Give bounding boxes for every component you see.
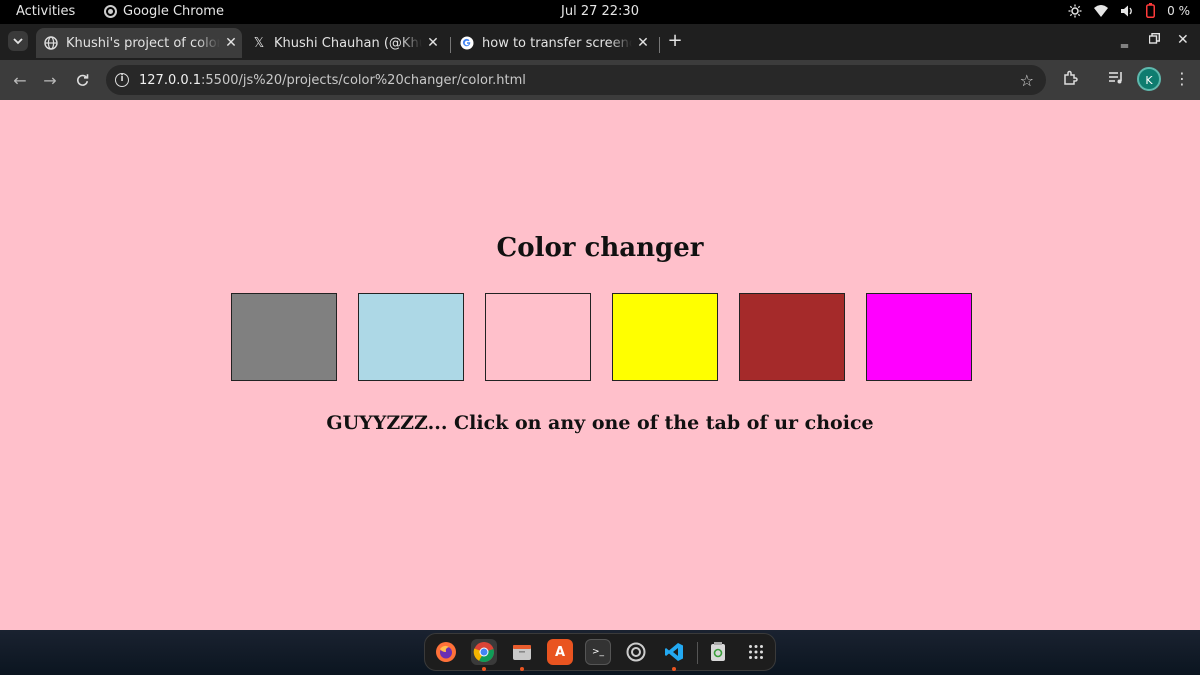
tab-search-button[interactable] <box>8 31 28 51</box>
page-viewport: Color changer GUYYZZZ... Click on any on… <box>0 100 1200 630</box>
browser-toolbar: ← → i 127.0.0.1:5500/js%20/projects/colo… <box>0 60 1200 100</box>
color-swatch-pink[interactable] <box>485 293 591 381</box>
bookmark-star-icon[interactable]: ☆ <box>1020 71 1034 90</box>
color-swatch-lightblue[interactable] <box>358 293 464 381</box>
terminal-icon[interactable]: >_ <box>585 639 611 665</box>
globe-icon <box>44 36 58 50</box>
forward-arrow-icon[interactable]: → <box>40 70 60 90</box>
chrome-icon[interactable] <box>471 639 497 671</box>
x-logo-icon: 𝕏 <box>253 35 265 51</box>
volume-icon <box>1121 5 1133 16</box>
tab-title: how to transfer screencast <box>482 35 632 51</box>
url-path: :5500/js%20/projects/color%20changer/col… <box>201 72 526 88</box>
new-tab-button[interactable]: + <box>665 32 685 52</box>
system-tray[interactable]: 0 % <box>1068 3 1190 18</box>
tab-title: Khushi Chauhan (@Khushi <box>274 35 422 51</box>
color-swatch-grey[interactable] <box>231 293 337 381</box>
media-controls-icon[interactable] <box>1108 70 1124 88</box>
reload-icon[interactable] <box>72 70 92 90</box>
restore-icon[interactable] <box>1148 32 1160 48</box>
firefox-icon[interactable] <box>433 639 459 665</box>
vscode-icon[interactable] <box>661 639 687 671</box>
tab-strip: Khushi's project of color ✕ 𝕏 Khushi Cha… <box>0 24 1200 60</box>
info-icon[interactable]: i <box>115 73 129 87</box>
back-arrow-icon[interactable]: ← <box>10 70 30 90</box>
minimize-icon[interactable]: ‗ <box>1121 32 1128 48</box>
system-top-bar: Activities Google Chrome Jul 27 22:30 0 … <box>0 0 1200 24</box>
settings-icon[interactable] <box>623 639 649 665</box>
dock: A >_ <box>424 633 776 671</box>
page-heading: Color changer <box>496 233 704 263</box>
profile-avatar[interactable]: K <box>1137 67 1161 91</box>
more-menu-icon[interactable]: ⋮ <box>1174 70 1190 88</box>
color-swatch-yellow[interactable] <box>612 293 718 381</box>
tab-divider <box>450 37 451 53</box>
files-icon[interactable] <box>509 639 535 671</box>
chevron-down-icon <box>13 38 23 45</box>
google-g-icon <box>460 36 474 50</box>
close-icon[interactable]: ✕ <box>632 35 654 51</box>
color-swatch-brown[interactable] <box>739 293 845 381</box>
battery-percent: 0 % <box>1167 3 1190 18</box>
tab-title: Khushi's project of color <box>66 35 220 51</box>
app-center-icon[interactable]: A <box>547 639 573 665</box>
close-window-icon[interactable]: ✕ <box>1177 32 1189 48</box>
close-icon[interactable]: ✕ <box>220 35 242 51</box>
wifi-icon <box>1094 4 1109 17</box>
trash-icon[interactable] <box>705 639 731 665</box>
night-light-icon <box>1068 4 1082 17</box>
dock-separator <box>697 642 698 664</box>
show-apps-icon[interactable] <box>743 639 769 665</box>
tab-x-profile[interactable]: 𝕏 Khushi Chauhan (@Khushi ✕ <box>244 28 444 58</box>
close-icon[interactable]: ✕ <box>422 35 444 51</box>
instruction-text: GUYYZZZ... Click on any one of the tab o… <box>326 412 874 434</box>
url-host: 127.0.0.1 <box>139 72 202 88</box>
address-bar[interactable]: i 127.0.0.1:5500/js%20/projects/color%20… <box>106 65 1046 95</box>
battery-icon <box>1146 3 1156 18</box>
clock[interactable]: Jul 27 22:30 <box>0 4 1200 19</box>
color-swatch-row <box>231 293 972 381</box>
extensions-icon[interactable] <box>1062 70 1078 90</box>
url-text: 127.0.0.1:5500/js%20/projects/color%20ch… <box>139 73 526 88</box>
tab-google-search[interactable]: how to transfer screencast ✕ <box>452 28 654 58</box>
tab-color-project[interactable]: Khushi's project of color ✕ <box>36 28 242 58</box>
tab-divider <box>659 37 660 53</box>
color-swatch-magenta[interactable] <box>866 293 972 381</box>
